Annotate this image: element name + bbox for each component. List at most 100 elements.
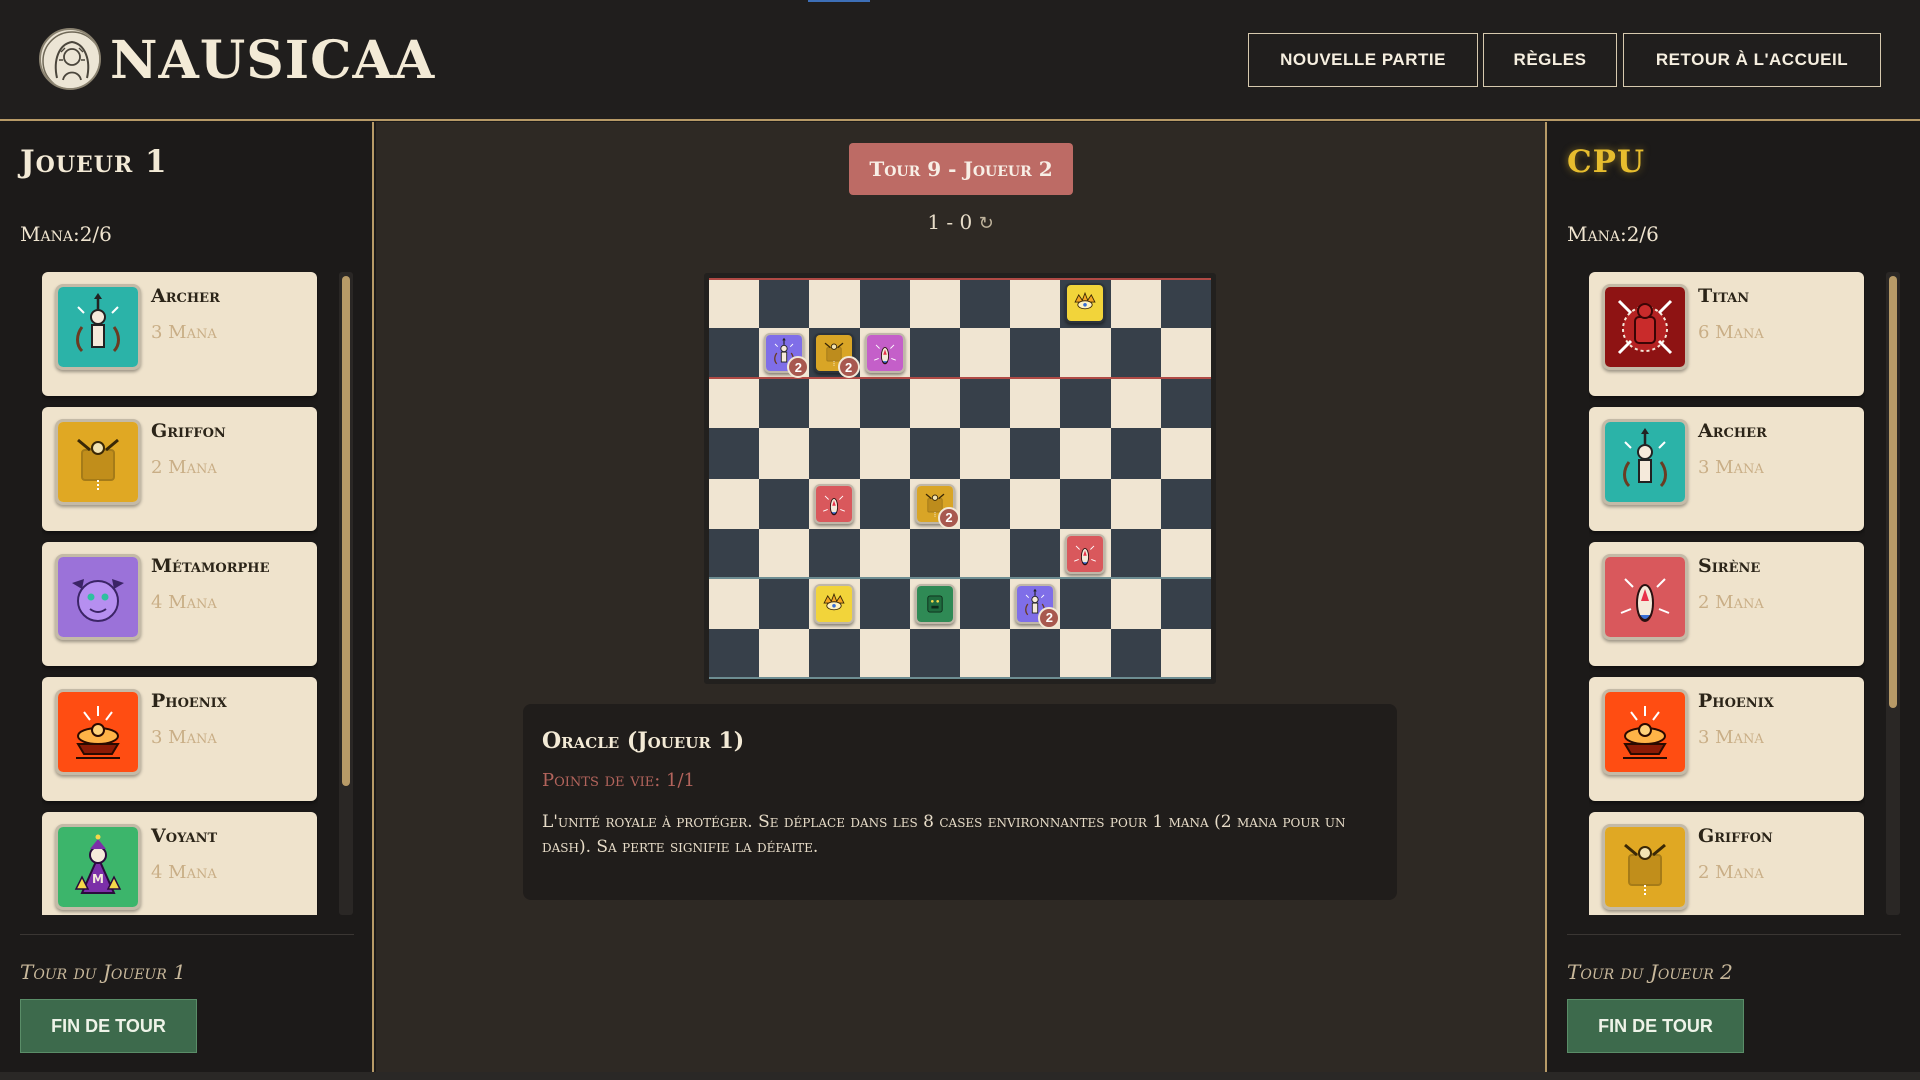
board-square[interactable] — [1110, 528, 1161, 579]
board-square[interactable] — [1110, 328, 1161, 379]
player1-card-voyant[interactable]: M Voyant 4 Mana — [42, 812, 317, 915]
board-square[interactable] — [859, 378, 910, 429]
board-square[interactable] — [1160, 528, 1211, 579]
board-square[interactable] — [1160, 578, 1211, 629]
board-square[interactable] — [1010, 278, 1061, 329]
board-square[interactable] — [1010, 428, 1061, 479]
board-square[interactable] — [809, 428, 860, 479]
board-square[interactable]: 2 — [1010, 578, 1061, 629]
board-square[interactable] — [709, 628, 760, 679]
board-square[interactable] — [1110, 578, 1161, 629]
player2-scrollbar[interactable] — [1886, 272, 1900, 915]
board-square[interactable] — [960, 378, 1011, 429]
board-square[interactable] — [960, 428, 1011, 479]
board-square[interactable] — [1110, 378, 1161, 429]
board-square[interactable] — [1160, 428, 1211, 479]
board-square[interactable] — [709, 528, 760, 579]
player1-card-phoenix[interactable]: Phoenix 3 Mana — [42, 677, 317, 801]
board-square[interactable] — [709, 278, 760, 329]
player2-end-turn-button[interactable]: FIN DE TOUR — [1567, 999, 1744, 1053]
player1-card-archer[interactable]: Archer 3 Mana — [42, 272, 317, 396]
logo-icon[interactable] — [39, 28, 101, 90]
board-square[interactable] — [909, 578, 960, 629]
board-square[interactable] — [1160, 478, 1211, 529]
board-square[interactable] — [859, 528, 910, 579]
siren-piece[interactable] — [864, 333, 905, 374]
board-square[interactable] — [960, 528, 1011, 579]
board-square[interactable] — [1160, 328, 1211, 379]
board-square[interactable] — [709, 578, 760, 629]
player1-end-turn-button[interactable]: FIN DE TOUR — [20, 999, 197, 1053]
board-square[interactable] — [809, 528, 860, 579]
board-square[interactable] — [1160, 278, 1211, 329]
board-square[interactable] — [1110, 478, 1161, 529]
oracle-piece[interactable] — [1065, 283, 1106, 323]
board-square[interactable] — [1060, 478, 1111, 529]
board-square[interactable] — [859, 278, 910, 329]
board-square[interactable] — [1010, 628, 1061, 679]
board-square[interactable] — [960, 578, 1011, 629]
board-square[interactable] — [1160, 378, 1211, 429]
board-square[interactable] — [709, 328, 760, 379]
board-square[interactable] — [909, 278, 960, 329]
board-square[interactable] — [809, 478, 860, 529]
board-square[interactable] — [759, 378, 810, 429]
board-square[interactable] — [1160, 628, 1211, 679]
board-square[interactable] — [809, 628, 860, 679]
board-square[interactable] — [759, 578, 810, 629]
oracle-piece[interactable] — [814, 583, 855, 624]
board-square[interactable] — [859, 628, 910, 679]
board-square[interactable] — [859, 578, 910, 629]
board-square[interactable] — [759, 528, 810, 579]
player1-card-métamorphe[interactable]: Métamorphe 4 Mana — [42, 542, 317, 666]
board-square[interactable] — [1010, 328, 1061, 379]
board-square[interactable] — [809, 378, 860, 429]
board-square[interactable] — [759, 278, 810, 329]
board-square[interactable] — [909, 628, 960, 679]
siren-piece[interactable] — [1065, 533, 1106, 574]
board-square[interactable] — [1060, 428, 1111, 479]
player2-card-griffon[interactable]: Griffon 2 Mana — [1589, 812, 1864, 915]
golem-piece[interactable] — [914, 583, 955, 624]
home-button[interactable]: RETOUR À L'ACCUEIL — [1623, 33, 1881, 87]
board-square[interactable]: 2 — [809, 328, 860, 379]
board-square[interactable] — [909, 328, 960, 379]
board-square[interactable] — [1110, 278, 1161, 329]
board-square[interactable] — [1060, 528, 1111, 579]
board-square[interactable] — [709, 428, 760, 479]
board-square[interactable] — [859, 328, 910, 379]
refresh-icon[interactable]: ↻ — [979, 213, 994, 234]
board-square[interactable] — [859, 478, 910, 529]
scroll-thumb[interactable] — [1889, 276, 1897, 708]
board-square[interactable] — [1060, 378, 1111, 429]
board-square[interactable] — [709, 478, 760, 529]
player2-card-archer[interactable]: Archer 3 Mana — [1589, 407, 1864, 531]
player2-card-titan[interactable]: Titan 6 Mana — [1589, 272, 1864, 396]
rules-button[interactable]: RÈGLES — [1483, 33, 1617, 87]
board-square[interactable] — [909, 378, 960, 429]
new-game-button[interactable]: NOUVELLE PARTIE — [1248, 33, 1478, 87]
scroll-thumb[interactable] — [342, 276, 350, 786]
player1-scrollbar[interactable] — [339, 272, 353, 915]
board-square[interactable] — [1010, 378, 1061, 429]
board-square[interactable] — [759, 478, 810, 529]
player2-card-sirène[interactable]: Sirène 2 Mana — [1589, 542, 1864, 666]
board-square[interactable] — [709, 378, 760, 429]
board-square[interactable] — [859, 428, 910, 479]
board-square[interactable] — [1110, 428, 1161, 479]
board-square[interactable]: 2 — [909, 478, 960, 529]
board-square[interactable] — [809, 278, 860, 329]
board-square[interactable] — [960, 628, 1011, 679]
board-square[interactable] — [960, 328, 1011, 379]
board-square[interactable] — [809, 578, 860, 629]
board-square[interactable] — [1010, 478, 1061, 529]
board-square[interactable] — [1110, 628, 1161, 679]
board-square[interactable] — [909, 528, 960, 579]
board-square[interactable] — [909, 428, 960, 479]
board-square[interactable] — [1060, 628, 1111, 679]
board-square[interactable] — [1060, 328, 1111, 379]
board-square[interactable] — [1060, 278, 1111, 329]
board-square[interactable] — [1060, 578, 1111, 629]
board-square[interactable]: 2 — [759, 328, 810, 379]
siren-piece[interactable] — [814, 483, 855, 524]
